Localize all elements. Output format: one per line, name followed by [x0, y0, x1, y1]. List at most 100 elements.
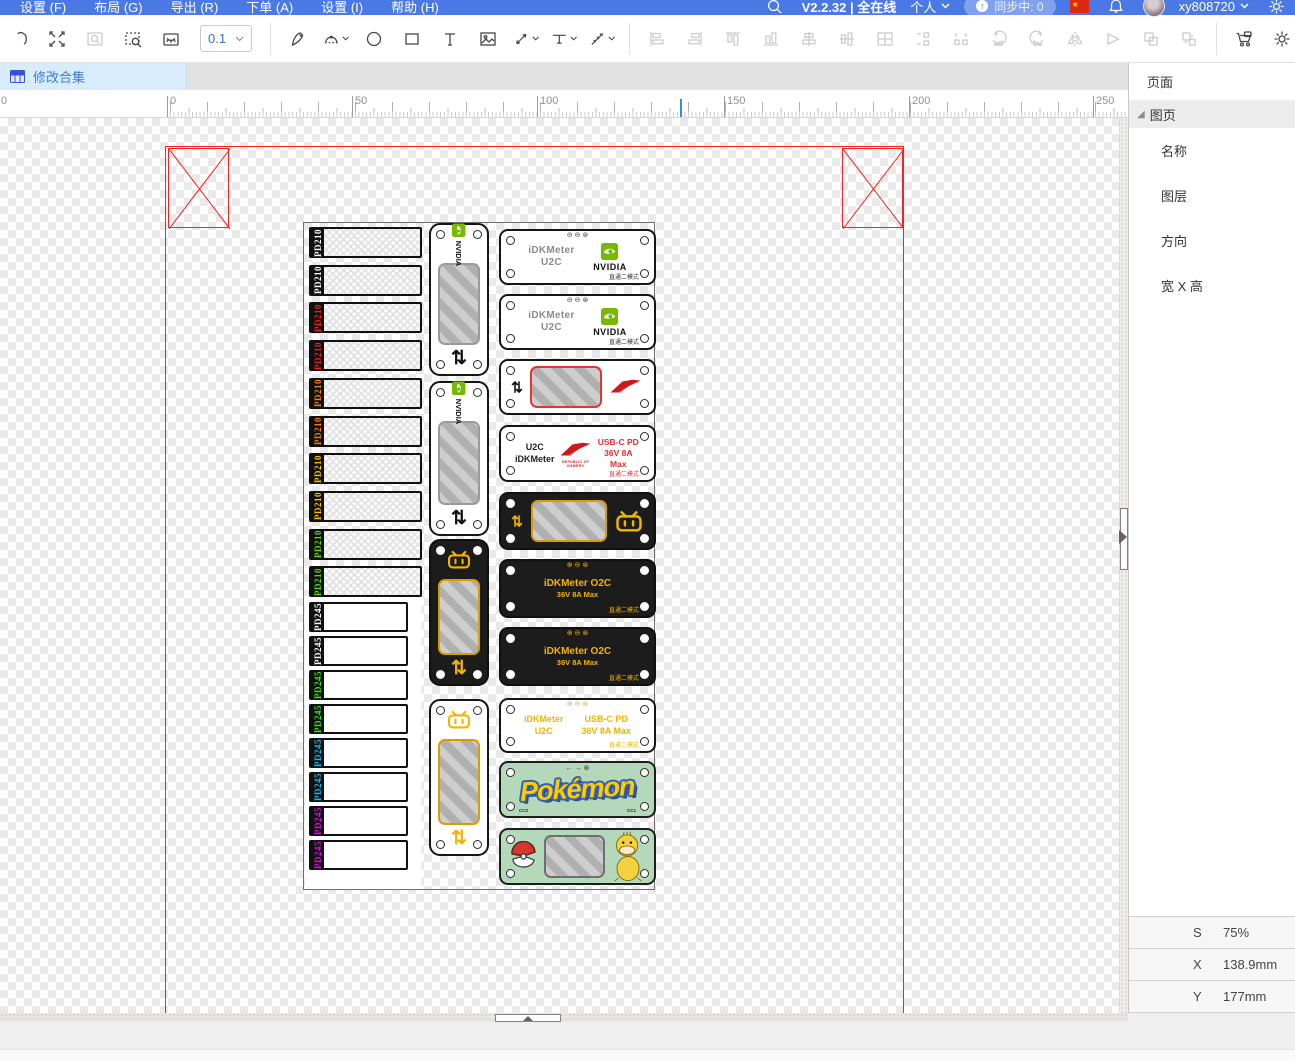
- label-row-pd210[interactable]: PD210: [309, 490, 422, 522]
- bili-tv-icon: [616, 510, 642, 532]
- label-row-pd245[interactable]: PD245: [309, 772, 408, 802]
- settings-tool[interactable]: [1269, 26, 1295, 52]
- device-plate[interactable]: ⇄: [499, 359, 656, 415]
- measure-tool[interactable]: [589, 26, 615, 52]
- rotate-right-tool[interactable]: [1024, 26, 1050, 52]
- menu-item[interactable]: 布局 (G): [80, 0, 156, 16]
- table-tool[interactable]: [872, 26, 898, 52]
- bell-icon[interactable]: [1103, 0, 1129, 19]
- flip-vertical-tool[interactable]: [1100, 26, 1126, 52]
- rog-logo-icon: [610, 379, 641, 393]
- label-row-pd245[interactable]: PD245: [309, 806, 408, 836]
- nvidia-logo-icon: [601, 307, 619, 326]
- text-tool[interactable]: [437, 26, 463, 52]
- updown-arrows-icon: ⇅: [451, 508, 467, 529]
- align-center-vertical-tool[interactable]: [796, 26, 822, 52]
- cart-tool[interactable]: [1231, 26, 1257, 52]
- dimension-tool[interactable]: [551, 26, 577, 52]
- device-plate-vertical[interactable]: ⇅: [429, 539, 489, 686]
- sticker-sheet[interactable]: PD210 PD210 PD210 PD210 PD210 PD210 PD21…: [303, 222, 656, 890]
- device-plate-vertical[interactable]: NVIDIA ⇅: [429, 381, 489, 536]
- updown-arrows-icon: ⇅: [451, 828, 467, 849]
- pan-tool[interactable]: [6, 26, 32, 52]
- gear-icon[interactable]: [1263, 0, 1289, 19]
- label-row-pd210[interactable]: PD210: [309, 302, 422, 334]
- label-row-pd245[interactable]: PD245: [309, 840, 408, 870]
- align-left-tool[interactable]: [644, 26, 670, 52]
- label-row-pd245[interactable]: PD245: [309, 602, 408, 632]
- zoom-marquee-tool[interactable]: [120, 26, 146, 52]
- user-menu[interactable]: xy808720: [1179, 0, 1249, 14]
- panel-section-page[interactable]: ◢ 图页: [1129, 100, 1295, 128]
- search-icon[interactable]: [762, 0, 788, 19]
- device-plate-vertical[interactable]: ⇅: [429, 699, 489, 856]
- device-plate[interactable]: ⊕ ⊖ ⊛ iDKMeter U2C USB-C PD 36V 8A Max 直通二…: [499, 698, 656, 753]
- menu-item[interactable]: 设置 (I): [307, 0, 377, 16]
- menu-item[interactable]: 帮助 (H): [377, 0, 453, 16]
- label-row-pd210[interactable]: PD210: [309, 227, 422, 258]
- label-row-pd210[interactable]: PD210: [309, 264, 422, 296]
- align-top-tool[interactable]: [720, 26, 746, 52]
- label-row-pd245[interactable]: PD245: [309, 636, 408, 666]
- arc-tool[interactable]: [323, 26, 349, 52]
- label-row-pd245[interactable]: PD245: [309, 670, 408, 700]
- label-row-pd245[interactable]: PD245: [309, 704, 408, 734]
- device-plate[interactable]: ⊕ ⊖ ⊛ iDKMeter O2C 36V 8A Max 直通二模式: [499, 559, 656, 618]
- menu-item[interactable]: 设置 (F): [6, 0, 80, 16]
- menu-item[interactable]: 下单 (A): [232, 0, 307, 16]
- pen-tool[interactable]: [285, 26, 311, 52]
- ungroup-tool[interactable]: [1176, 26, 1202, 52]
- plate-model-text: iDKMeter O2C: [543, 646, 612, 658]
- distribute-horizontal-tool[interactable]: [948, 26, 974, 52]
- swap-arrows-icon: ⇄: [508, 380, 526, 394]
- image-tool[interactable]: [475, 26, 501, 52]
- device-plate[interactable]: ← → ⊛ Pokémon CC2 CC1: [499, 761, 656, 818]
- crop-mark-right: [842, 148, 904, 229]
- bottom-collapse-handle[interactable]: [495, 1014, 561, 1022]
- canvas-vertical-scrollbar[interactable]: [1119, 118, 1128, 1013]
- label-row-pd210[interactable]: PD210: [309, 415, 422, 447]
- align-bottom-tool[interactable]: [758, 26, 784, 52]
- device-plate[interactable]: [499, 828, 656, 885]
- distribute-vertical-tool[interactable]: [910, 26, 936, 52]
- device-plate[interactable]: ⊖ ⊖ ⊛ iDKMeter U2C NVIDIA 直通二模式: [499, 229, 656, 285]
- device-plate-vertical[interactable]: NVIDIA ⇅: [429, 223, 489, 376]
- arrow-tool[interactable]: [513, 26, 539, 52]
- grid-step-select[interactable]: 0.1: [200, 25, 252, 52]
- rotate-left-tool[interactable]: [986, 26, 1012, 52]
- panel-collapse-arrow[interactable]: [1119, 530, 1127, 544]
- zoom-region-tool[interactable]: [82, 26, 108, 52]
- canvas-horizontal-scrollbar[interactable]: [0, 1013, 1128, 1022]
- fit-screen-tool[interactable]: [44, 26, 70, 52]
- label-row-pd245[interactable]: PD245: [309, 738, 408, 768]
- label-row-pd210[interactable]: PD210: [309, 340, 422, 372]
- rectangle-tool[interactable]: [399, 26, 425, 52]
- design-canvas[interactable]: PD210 PD210 PD210 PD210 PD210 PD210 PD21…: [0, 118, 1128, 1013]
- plate-model-text: iDKMeter U2C: [528, 309, 575, 334]
- language-flag-button[interactable]: ★: [1069, 0, 1089, 13]
- align-right-tool[interactable]: [682, 26, 708, 52]
- label-row-pd210[interactable]: PD210: [309, 377, 422, 409]
- device-plate[interactable]: ⇄: [499, 492, 656, 550]
- label-row-pd210[interactable]: PD210: [309, 453, 422, 485]
- sync-status-button[interactable]: ↑ 同步中: 0: [964, 0, 1056, 16]
- flip-horizontal-tool[interactable]: [1062, 26, 1088, 52]
- device-plate[interactable]: ⊕ ⊖ ⊛ iDKMeter O2C 36V 8A Max 直通二模式: [499, 627, 656, 686]
- updown-arrows-icon: ⇅: [451, 658, 467, 679]
- ellipse-tool[interactable]: [361, 26, 387, 52]
- plate-model-text: iDKMeter O2C: [543, 578, 612, 590]
- plate-model-text: iDKMeter U2C: [528, 244, 575, 269]
- label-row-pd210[interactable]: PD210: [309, 566, 422, 598]
- tab-active[interactable]: 修改合集: [0, 63, 187, 90]
- align-center-horizontal-tool[interactable]: [834, 26, 860, 52]
- label-row-pd210[interactable]: PD210: [309, 528, 422, 560]
- collapse-triangle-icon: ◢: [1137, 108, 1145, 120]
- menu-item[interactable]: 导出 (R): [157, 0, 233, 16]
- device-plate[interactable]: U2C iDKMeter REPUBLIC OF GAMERS USB-C PD 3…: [499, 425, 656, 482]
- device-plate[interactable]: ⊖ ⊖ ⊛ iDKMeter U2C NVIDIA 直通二模式: [499, 294, 656, 350]
- group-tool[interactable]: [1138, 26, 1164, 52]
- account-mode-dropdown[interactable]: 个人: [910, 0, 950, 16]
- nvidia-logo-icon: [452, 381, 466, 395]
- page-preview-tool[interactable]: [158, 26, 184, 52]
- avatar[interactable]: [1142, 0, 1165, 17]
